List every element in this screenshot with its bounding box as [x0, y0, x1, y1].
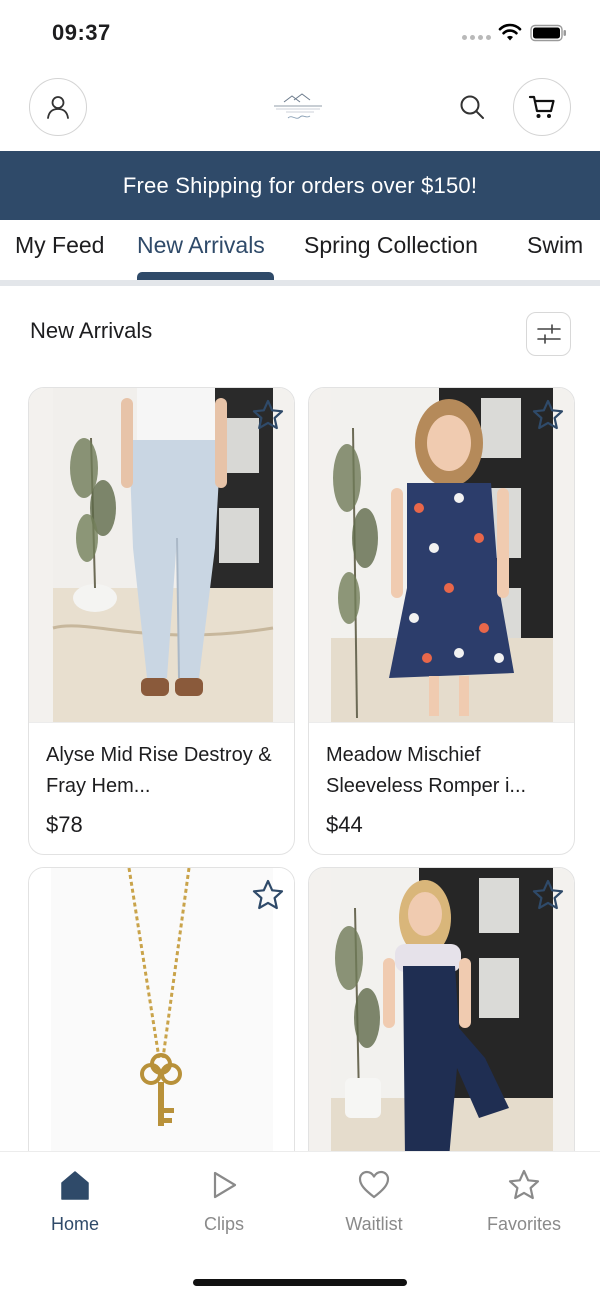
nav-home[interactable]: Home: [20, 1168, 130, 1235]
product-image[interactable]: [309, 868, 574, 1166]
tab-my-feed[interactable]: My Feed: [15, 232, 104, 259]
play-icon: [213, 1171, 237, 1199]
brand-logo: [274, 93, 322, 119]
product-price: $78: [46, 812, 83, 837]
tab-new-arrivals[interactable]: New Arrivals: [137, 232, 265, 259]
sliders-icon: [536, 324, 561, 344]
promo-banner[interactable]: Free Shipping for orders over $150!: [0, 151, 600, 220]
cart-button[interactable]: [513, 78, 571, 136]
product-image[interactable]: [29, 388, 294, 722]
tab-spring-collection[interactable]: Spring Collection: [304, 232, 478, 259]
product-name[interactable]: Alyse Mid Rise Destroy & Fray Hem...: [46, 740, 280, 802]
nav-favorites[interactable]: Favorites: [469, 1168, 579, 1235]
nav-clips-label: Clips: [203, 1214, 244, 1234]
search-button[interactable]: [455, 90, 489, 124]
star-icon[interactable]: [251, 878, 285, 912]
battery-icon: [530, 24, 566, 42]
nav-home-label: Home: [50, 1214, 99, 1234]
star-icon[interactable]: [251, 398, 285, 432]
tabs-divider: [0, 280, 600, 286]
star-icon[interactable]: [531, 398, 565, 432]
product-card[interactable]: [308, 867, 575, 1167]
cart-icon: [528, 95, 555, 118]
product-card[interactable]: [28, 867, 295, 1167]
product-image[interactable]: [29, 868, 294, 1166]
nav-waitlist-label: Waitlist: [345, 1214, 403, 1234]
star-icon[interactable]: [531, 878, 565, 912]
nav-favorites-label: Favorites: [486, 1214, 562, 1234]
product-card[interactable]: Alyse Mid Rise Destroy & Fray Hem... $78: [28, 387, 295, 855]
nav-clips[interactable]: Clips: [169, 1168, 279, 1235]
product-name[interactable]: Meadow Mischief Sleeveless Romper i...: [326, 740, 560, 802]
status-time: 09:37: [52, 20, 111, 45]
user-icon: [47, 96, 69, 119]
home-icon: [61, 1171, 89, 1200]
status-bar: 09:37: [0, 0, 600, 66]
product-image[interactable]: [309, 388, 574, 722]
tab-swim[interactable]: Swim: [527, 232, 583, 259]
section-title: New Arrivals: [30, 318, 153, 343]
category-tabs: My Feed New Arrivals Spring Collection S…: [0, 220, 600, 282]
signal-icon: [462, 35, 491, 40]
promo-banner-text: Free Shipping for orders over $150!: [122, 172, 478, 198]
filter-button[interactable]: [526, 312, 571, 356]
heart-icon: [358, 1170, 390, 1199]
wifi-icon: [498, 23, 522, 41]
product-price: $44: [326, 812, 363, 837]
bottom-tab-bar: Home Clips Waitlist Favorites: [0, 1151, 600, 1299]
product-card[interactable]: Meadow Mischief Sleeveless Romper i... $…: [308, 387, 575, 855]
star-icon: [508, 1169, 540, 1200]
account-button[interactable]: [29, 78, 87, 136]
home-indicator[interactable]: [193, 1279, 407, 1286]
search-icon: [460, 95, 484, 119]
nav-waitlist[interactable]: Waitlist: [319, 1168, 429, 1235]
app-header: [0, 78, 600, 138]
